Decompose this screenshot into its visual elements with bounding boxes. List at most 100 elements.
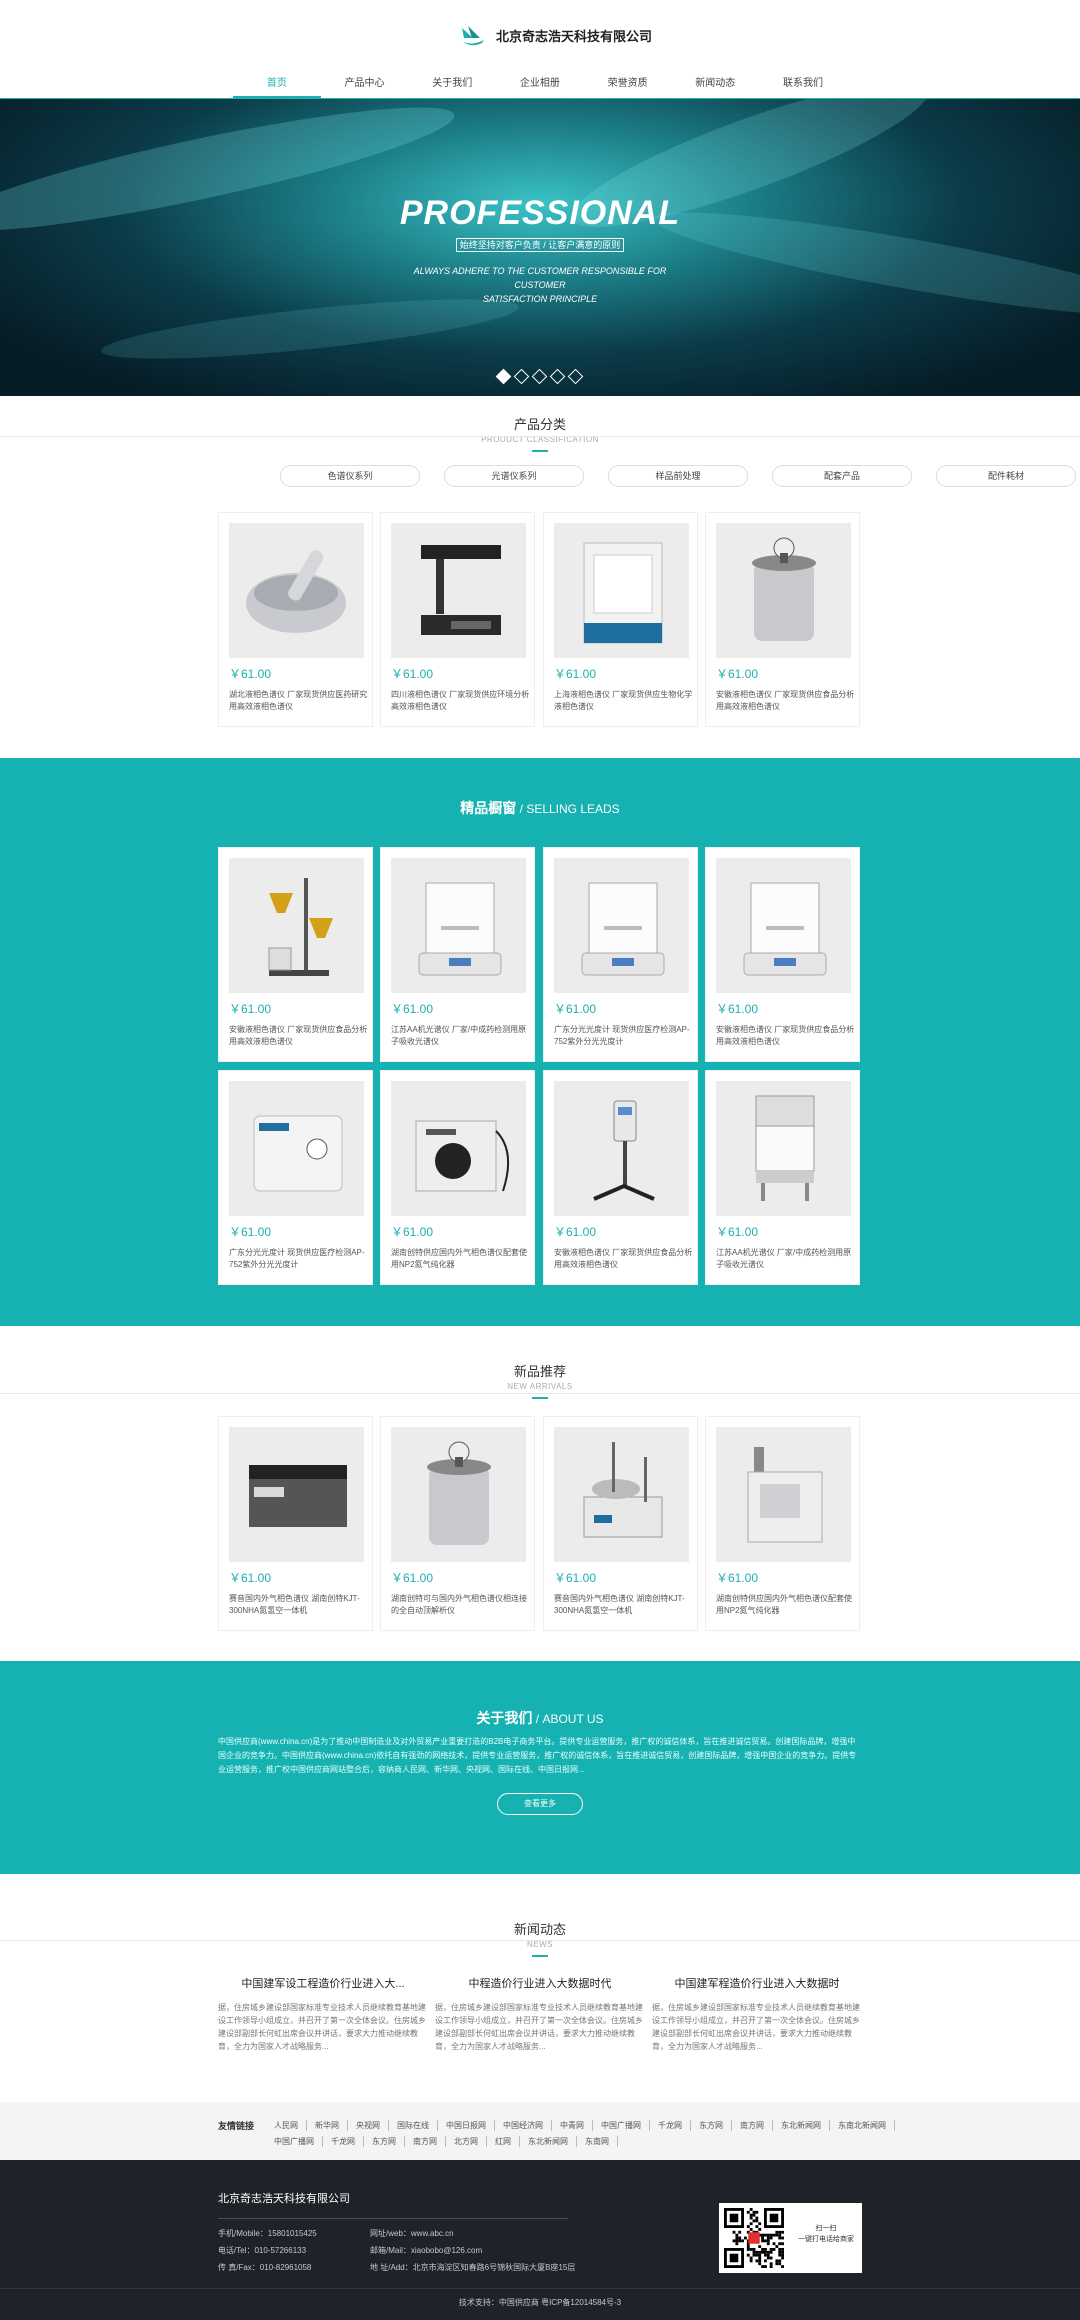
logo[interactable]: 北京奇志浩天科技有限公司 [460, 24, 652, 46]
friend-link[interactable]: 中国广播网 [266, 2136, 323, 2147]
tab-accessory-products[interactable]: 配套产品 [772, 465, 912, 487]
product-card[interactable]: ￥61.00 赛音国内外气相色谱仪 湖南创特KJT-300NHA氮氢空一体机 [218, 1416, 373, 1631]
incubator-icon[interactable] [554, 523, 689, 658]
friend-link[interactable]: 东方网 [691, 2120, 732, 2131]
footer-mail[interactable]: 邮箱/Mail：xiaobobo@126.com [370, 2245, 482, 2256]
friend-link[interactable]: 中国日报网 [438, 2120, 495, 2131]
nav-item-contact[interactable]: 联系我们 [759, 74, 847, 98]
carousel-dot[interactable] [567, 368, 584, 385]
news-item[interactable]: 中国建军设工程造价行业进入大... 据，住房城乡建设部国家标准专业技术人员继续教… [218, 1975, 428, 2053]
product-card[interactable]: ￥61.00 安徽液相色谱仪 厂家现货供应食品分析用高效液相色谱仪 [705, 512, 860, 727]
product-description[interactable]: 广东分光光度计 现货供应医疗检测AP-752紫外分光光度计 [229, 1247, 369, 1271]
friend-link[interactable]: 千龙网 [323, 2136, 364, 2147]
autoclave-icon[interactable] [716, 523, 851, 658]
product-card[interactable]: ￥61.00 湖南创特可与国内外气相色谱仪相连接的全自动顶解析仪 [380, 1416, 535, 1631]
friend-link[interactable]: 东北新闻网 [520, 2136, 577, 2147]
tab-spectrometer[interactable]: 光谱仪系列 [444, 465, 584, 487]
product-description[interactable]: 江苏AA机光谱仪 厂家/中成药检测用原子吸收光谱仪 [716, 1247, 856, 1271]
balance-icon[interactable] [391, 858, 526, 993]
friend-link[interactable]: 国际在线 [389, 2120, 438, 2131]
news-item[interactable]: 中程造价行业进入大数据时代 据，住房城乡建设部国家标准专业技术人员继续教育基地建… [435, 1975, 645, 2053]
balance-icon[interactable] [554, 858, 689, 993]
friend-link[interactable]: 中国经济网 [495, 2120, 552, 2131]
product-description[interactable]: 赛音国内外气相色谱仪 湖南创特KJT-300NHA氮氢空一体机 [554, 1593, 694, 1617]
tab-sample-prep[interactable]: 样品前处理 [608, 465, 748, 487]
footer-fax: 传 真/Fax：010-82961058 [218, 2263, 312, 2272]
product-card[interactable]: ￥61.00 湖南创特供应国内外气相色谱仪配套使用NP2氮气纯化器 [705, 1416, 860, 1631]
carousel-dot[interactable] [531, 368, 548, 385]
clean-bench-icon[interactable] [716, 1081, 851, 1216]
product-card[interactable]: ￥61.00 湖北液相色谱仪 厂家现货供应医药研究用高效液相色谱仪 [218, 512, 373, 727]
mortar-icon[interactable] [229, 523, 364, 658]
section-subtitle: ABOUT US [542, 1712, 604, 1726]
product-description[interactable]: 赛音国内外气相色谱仪 湖南创特KJT-300NHA氮氢空一体机 [229, 1593, 369, 1617]
tab-chromatograph[interactable]: 色谱仪系列 [280, 465, 420, 487]
nav-item-about[interactable]: 关于我们 [408, 74, 496, 98]
news-item[interactable]: 中国建军程造价行业进入大数据时 据，住房城乡建设部国家标准专业技术人员继续教育基… [652, 1975, 862, 2053]
friend-link[interactable]: 南方网 [405, 2136, 446, 2147]
carousel-dot[interactable] [513, 368, 530, 385]
product-description[interactable]: 广东分光光度计 现货供应医疗检测AP-752紫外分光光度计 [554, 1024, 694, 1048]
product-card[interactable]: ￥61.00 安徽液相色谱仪 厂家现货供应食品分析用高效液相色谱仪 [705, 847, 860, 1062]
product-card[interactable]: ￥61.00 江苏AA机光谱仪 厂家/中成药检测用原子吸收光谱仪 [380, 847, 535, 1062]
friend-link[interactable]: 北方网 [446, 2136, 487, 2147]
product-description[interactable]: 湖南创特可与国内外气相色谱仪相连接的全自动顶解析仪 [391, 1593, 531, 1617]
product-card[interactable]: ￥61.00 湖南创特供应国内外气相色谱仪配套使用NP2氮气纯化器 [380, 1070, 535, 1285]
news-title[interactable]: 中程造价行业进入大数据时代 [435, 1975, 645, 1991]
balance-icon[interactable] [716, 858, 851, 993]
carousel-dot[interactable] [495, 368, 512, 385]
friend-link[interactable]: 红网 [487, 2136, 520, 2147]
product-card[interactable]: ￥61.00 上海液相色谱仪 厂家现货供应生物化学液相色谱仪 [543, 512, 698, 727]
purifier-icon[interactable] [391, 1081, 526, 1216]
carousel-dot[interactable] [549, 368, 566, 385]
product-description[interactable]: 湖南创特供应国内外气相色谱仪配套使用NP2氮气纯化器 [391, 1247, 531, 1271]
nav-item-home[interactable]: 首页 [233, 74, 321, 98]
friend-link[interactable]: 东南网 [577, 2136, 618, 2147]
hotplate-icon[interactable] [229, 1427, 364, 1562]
view-more-button[interactable]: 查看更多 [497, 1793, 583, 1815]
heating-bath-icon[interactable] [554, 1427, 689, 1562]
friend-link[interactable]: 人民网 [266, 2120, 307, 2131]
friend-link[interactable]: 中国广播网 [593, 2120, 650, 2131]
product-card[interactable]: ￥61.00 广东分光光度计 现货供应医疗检测AP-752紫外分光光度计 [218, 1070, 373, 1285]
footer-web[interactable]: 网址/web：www.abc.cn [370, 2228, 454, 2239]
friend-link[interactable]: 央视网 [348, 2120, 389, 2131]
product-description[interactable]: 安徽液相色谱仪 厂家现货供应食品分析用高效液相色谱仪 [716, 689, 856, 713]
product-description[interactable]: 江苏AA机光谱仪 厂家/中成药检测用原子吸收光谱仪 [391, 1024, 531, 1048]
autoclave-icon[interactable] [391, 1427, 526, 1562]
news-title[interactable]: 中国建军设工程造价行业进入大... [218, 1975, 428, 1991]
product-description[interactable]: 四川液相色谱仪 厂家现货供应环境分析高效液相色谱仪 [391, 689, 531, 713]
product-description[interactable]: 上海液相色谱仪 厂家现货供应生物化学液相色谱仪 [554, 689, 694, 713]
product-description[interactable]: 安徽液相色谱仪 厂家现货供应食品分析用高效液相色谱仪 [716, 1024, 856, 1048]
viscometer-icon[interactable] [554, 1081, 689, 1216]
product-description[interactable]: 安徽液相色谱仪 厂家现货供应食品分析用高效液相色谱仪 [554, 1247, 694, 1271]
tab-consumables[interactable]: 配件耗材 [936, 465, 1076, 487]
nav-item-album[interactable]: 企业相册 [496, 74, 584, 98]
hero-banner[interactable]: PROFESSIONAL 始终坚持对客户负责 / 让客户满意的原则 ALWAYS… [0, 99, 1080, 396]
nav-item-news[interactable]: 新闻动态 [671, 74, 759, 98]
friend-link[interactable]: 东方网 [364, 2136, 405, 2147]
news-title[interactable]: 中国建军程造价行业进入大数据时 [652, 1975, 862, 1991]
product-card[interactable]: ￥61.00 安徽液相色谱仪 厂家现货供应食品分析用高效液相色谱仪 [218, 847, 373, 1062]
product-card[interactable]: ￥61.00 赛音国内外气相色谱仪 湖南创特KJT-300NHA氮氢空一体机 [543, 1416, 698, 1631]
product-description[interactable]: 安徽液相色谱仪 厂家现货供应食品分析用高效液相色谱仪 [229, 1024, 369, 1048]
nav-item-products[interactable]: 产品中心 [321, 74, 409, 98]
product-card[interactable]: ￥61.00 安徽液相色谱仪 厂家现货供应食品分析用高效液相色谱仪 [543, 1070, 698, 1285]
furnace-icon[interactable] [716, 1427, 851, 1562]
friend-link[interactable]: 新华网 [307, 2120, 348, 2131]
nav-item-honors[interactable]: 荣誉资质 [584, 74, 672, 98]
friend-link[interactable]: 中青网 [552, 2120, 593, 2131]
friend-link[interactable]: 南方网 [732, 2120, 773, 2131]
friend-link[interactable]: 东南北新闻网 [830, 2120, 895, 2131]
product-card[interactable]: ￥61.00 广东分光光度计 现货供应医疗检测AP-752紫外分光光度计 [543, 847, 698, 1062]
product-description[interactable]: 湖北液相色谱仪 厂家现货供应医药研究用高效液相色谱仪 [229, 689, 369, 713]
friend-link[interactable]: 东北新闻网 [773, 2120, 830, 2131]
product-card[interactable]: ￥61.00 江苏AA机光谱仪 厂家/中成药检测用原子吸收光谱仪 [705, 1070, 860, 1285]
footer-divider [218, 2218, 568, 2219]
friend-link[interactable]: 千龙网 [650, 2120, 691, 2131]
product-card[interactable]: ￥61.00 四川液相色谱仪 厂家现货供应环境分析高效液相色谱仪 [380, 512, 535, 727]
vacuum-pump-icon[interactable] [229, 1081, 364, 1216]
product-description[interactable]: 湖南创特供应国内外气相色谱仪配套使用NP2氮气纯化器 [716, 1593, 856, 1617]
uv-lamp-icon[interactable] [391, 523, 526, 658]
funnel-stand-icon[interactable] [229, 858, 364, 993]
